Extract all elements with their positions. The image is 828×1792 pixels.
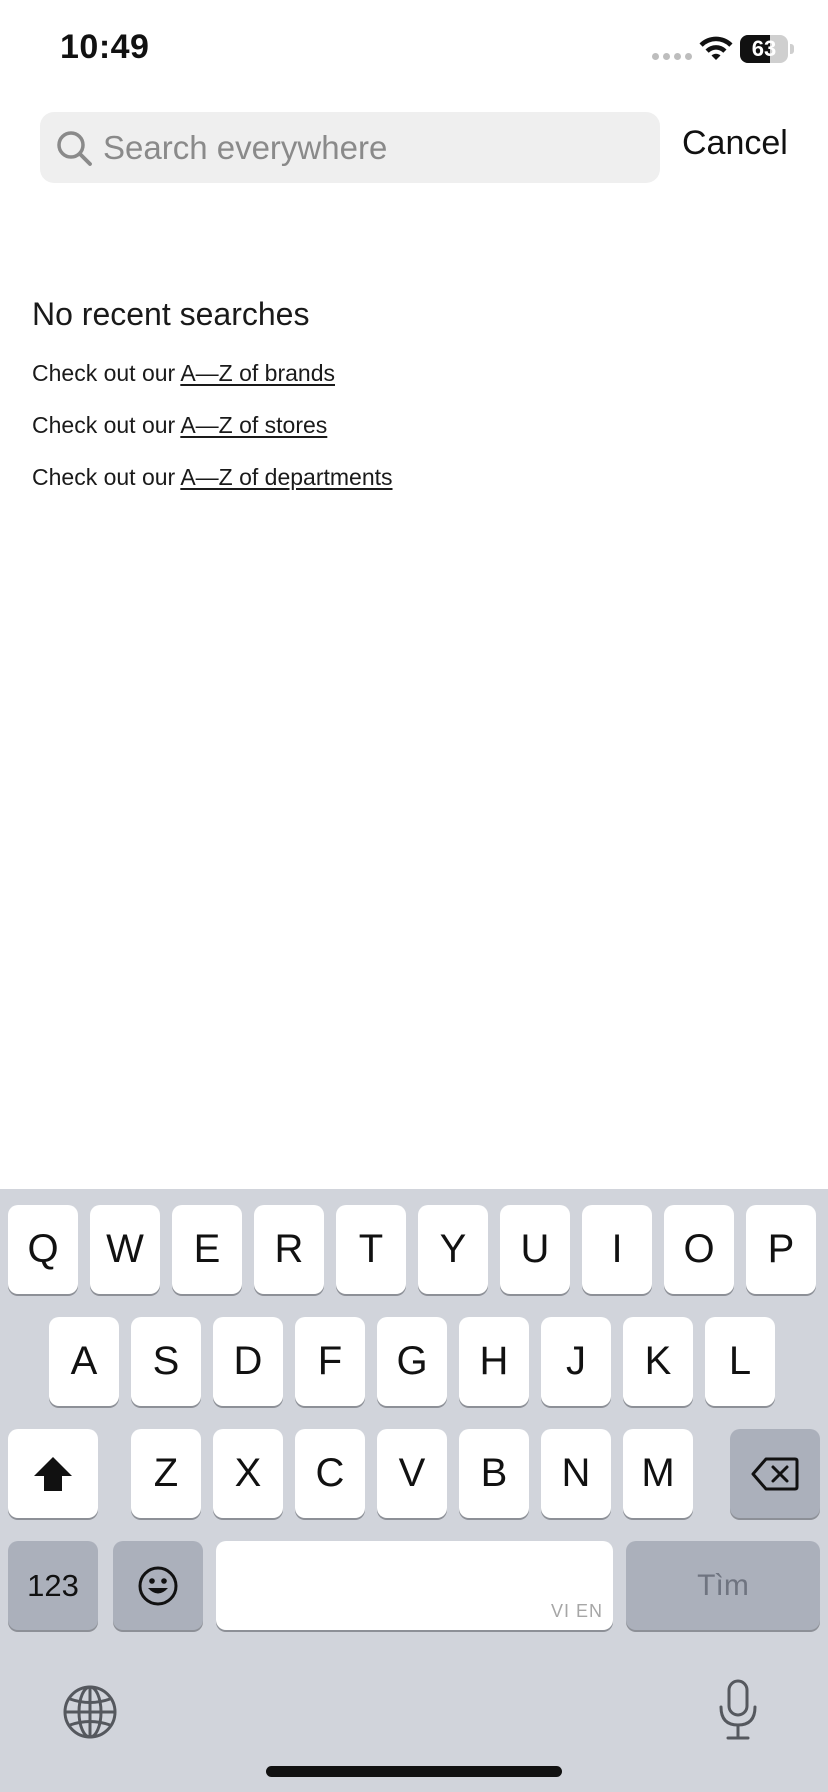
search-input[interactable] — [103, 112, 643, 183]
status-bar: 10:49 63 — [0, 0, 828, 96]
microphone-icon[interactable] — [716, 1679, 760, 1741]
no-recent-searches-heading: No recent searches — [32, 296, 310, 332]
keyboard: Q W E R T Y U I O P A S D F G H J K L Z … — [0, 1189, 828, 1792]
link-prefix: Check out our — [32, 412, 181, 438]
key-e[interactable]: E — [172, 1205, 242, 1294]
key-y[interactable]: Y — [418, 1205, 488, 1294]
space-key[interactable]: VI EN — [216, 1541, 613, 1630]
cancel-button[interactable]: Cancel — [682, 124, 788, 163]
stores-link-row: Check out our A—Z of stores — [32, 412, 327, 439]
key-j[interactable]: J — [541, 1317, 611, 1406]
departments-link-row: Check out our A—Z of departments — [32, 464, 393, 491]
key-h[interactable]: H — [459, 1317, 529, 1406]
key-g[interactable]: G — [377, 1317, 447, 1406]
link-prefix: Check out our — [32, 360, 181, 386]
shift-icon — [34, 1456, 72, 1491]
key-k[interactable]: K — [623, 1317, 693, 1406]
key-o[interactable]: O — [664, 1205, 734, 1294]
link-prefix: Check out our — [32, 464, 181, 490]
key-t[interactable]: T — [336, 1205, 406, 1294]
globe-icon[interactable] — [62, 1684, 118, 1740]
emoji-key[interactable] — [113, 1541, 203, 1630]
search-icon — [57, 131, 92, 166]
key-l[interactable]: L — [705, 1317, 775, 1406]
battery-level: 63 — [751, 36, 777, 61]
brands-link-row: Check out our A—Z of brands — [32, 360, 335, 387]
key-n[interactable]: N — [541, 1429, 611, 1518]
key-f[interactable]: F — [295, 1317, 365, 1406]
az-stores-link[interactable]: A—Z of stores — [180, 412, 327, 438]
battery-icon: 63 — [740, 35, 794, 63]
az-departments-link[interactable]: A—Z of departments — [180, 464, 392, 490]
key-x[interactable]: X — [213, 1429, 283, 1518]
cellular-signal-icon — [652, 53, 692, 60]
key-m[interactable]: M — [623, 1429, 693, 1518]
wifi-icon — [699, 36, 733, 60]
emoji-icon — [138, 1566, 178, 1605]
key-i[interactable]: I — [582, 1205, 652, 1294]
delete-key[interactable] — [730, 1429, 820, 1518]
key-d[interactable]: D — [213, 1317, 283, 1406]
key-a[interactable]: A — [49, 1317, 119, 1406]
home-indicator — [266, 1766, 562, 1777]
key-b[interactable]: B — [459, 1429, 529, 1518]
key-c[interactable]: C — [295, 1429, 365, 1518]
key-s[interactable]: S — [131, 1317, 201, 1406]
key-u[interactable]: U — [500, 1205, 570, 1294]
delete-icon — [751, 1457, 799, 1490]
search-return-key[interactable]: Tìm — [626, 1541, 820, 1630]
keyboard-language-indicator: VI EN — [550, 1601, 603, 1621]
key-p[interactable]: P — [746, 1205, 816, 1294]
shift-key[interactable] — [8, 1429, 98, 1518]
numbers-key[interactable]: 123 — [8, 1541, 98, 1630]
key-v[interactable]: V — [377, 1429, 447, 1518]
key-r[interactable]: R — [254, 1205, 324, 1294]
key-z[interactable]: Z — [131, 1429, 201, 1518]
key-w[interactable]: W — [90, 1205, 160, 1294]
key-q[interactable]: Q — [8, 1205, 78, 1294]
status-time: 10:49 — [60, 28, 150, 66]
search-field[interactable] — [40, 112, 660, 183]
az-brands-link[interactable]: A—Z of brands — [180, 360, 335, 386]
